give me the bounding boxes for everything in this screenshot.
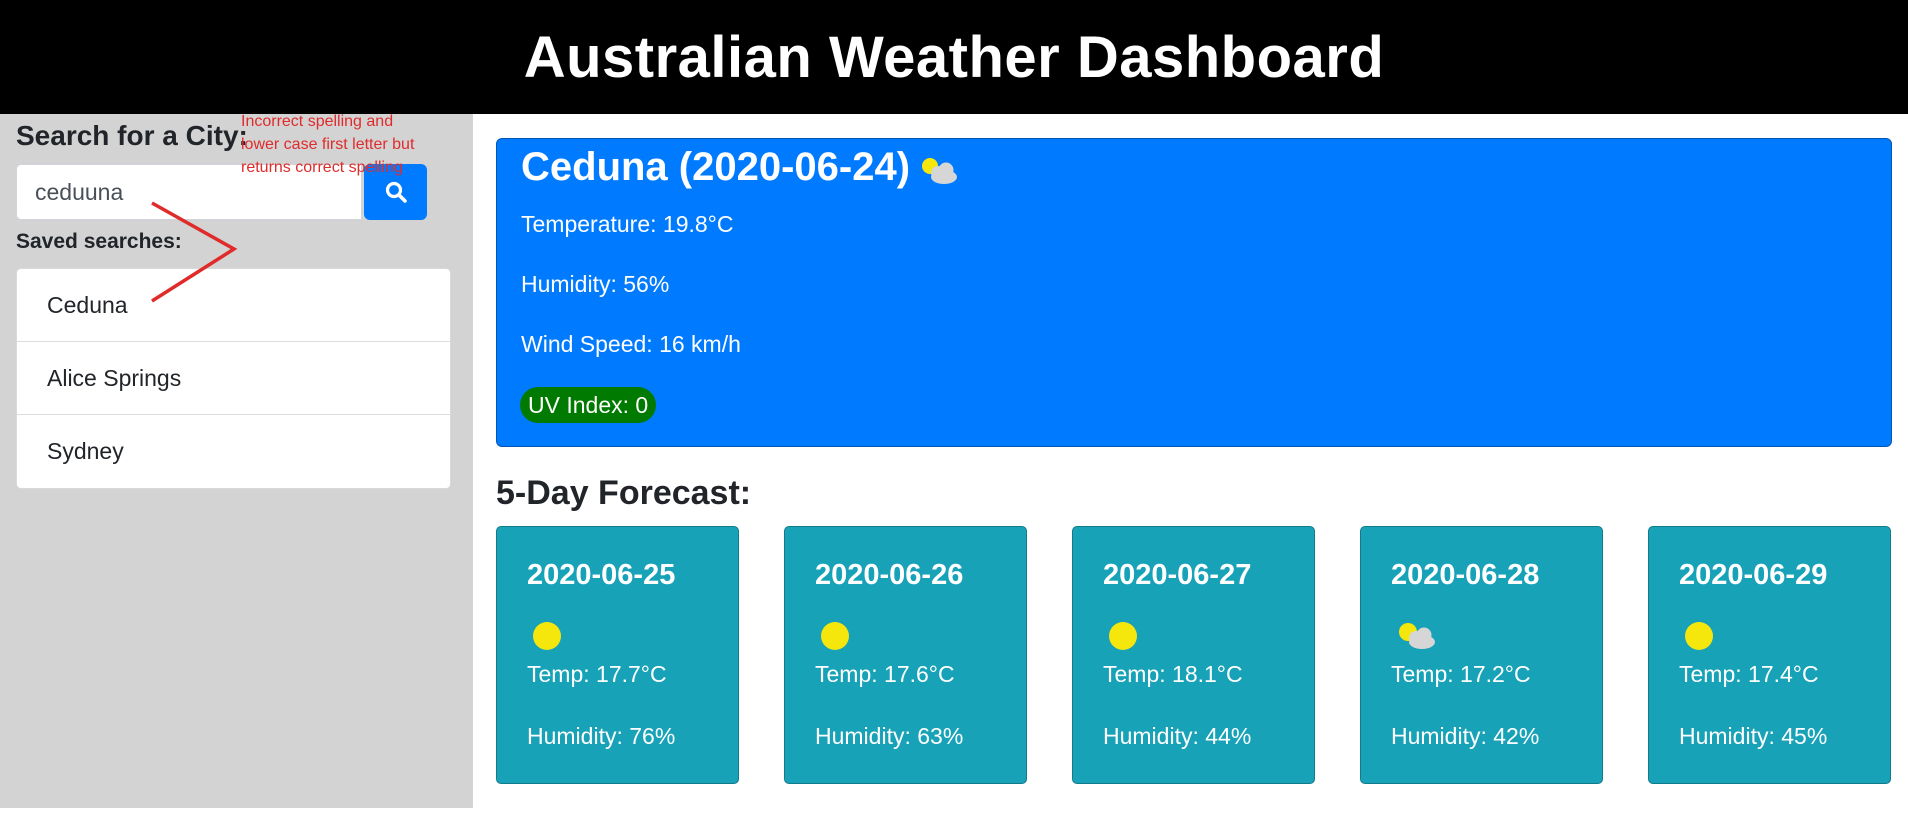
forecast-card: 2020-06-25 Temp: 17.7°C Humidity: 76%: [496, 526, 739, 784]
current-city-label: Ceduna (2020-06-24): [521, 145, 911, 189]
current-weather-card: Ceduna (2020-06-24) Temperature: 19.8°C …: [496, 138, 1892, 447]
saved-search-item-alice-springs[interactable]: Alice Springs: [17, 342, 450, 415]
sun-icon: [821, 622, 849, 650]
current-wind-speed: Wind Speed: 16 km/h: [521, 331, 741, 357]
forecast-humidity: Humidity: 76%: [527, 723, 676, 749]
partly-cloudy-icon: [922, 157, 958, 184]
forecast-title: 5-Day Forecast:: [496, 474, 752, 512]
sun-icon: [1685, 622, 1713, 650]
forecast-card: 2020-06-27 Temp: 18.1°C Humidity: 44%: [1072, 526, 1315, 784]
search-icon: [385, 181, 407, 203]
sun-icon: [1109, 622, 1137, 650]
annotation-arrow-icon: [151, 201, 238, 303]
page-title: Australian Weather Dashboard: [523, 24, 1385, 90]
annotation-note: Incorrect spelling and lower case first …: [241, 113, 415, 176]
sun-icon: [533, 622, 561, 650]
current-city-title: Ceduna (2020-06-24): [521, 145, 960, 190]
forecast-temp: Temp: 17.6°C: [815, 661, 955, 687]
forecast-temp: Temp: 17.7°C: [527, 661, 667, 687]
forecast-temp: Temp: 17.4°C: [1679, 661, 1819, 687]
forecast-date: 2020-06-29: [1679, 559, 1828, 591]
forecast-card: 2020-06-29 Temp: 17.4°C Humidity: 45%: [1648, 526, 1891, 784]
forecast-temp: Temp: 18.1°C: [1103, 661, 1243, 687]
forecast-humidity: Humidity: 44%: [1103, 723, 1252, 749]
partly-cloudy-icon: [1399, 623, 1435, 649]
page-header: Australian Weather Dashboard: [0, 0, 1908, 114]
forecast-date: 2020-06-26: [815, 559, 964, 591]
forecast-date: 2020-06-25: [527, 559, 676, 591]
uv-index-badge: UV Index: 0: [520, 387, 657, 423]
forecast-humidity: Humidity: 63%: [815, 723, 964, 749]
forecast-date: 2020-06-27: [1103, 559, 1252, 591]
forecast-humidity: Humidity: 42%: [1391, 723, 1540, 749]
saved-search-item-sydney[interactable]: Sydney: [17, 415, 450, 488]
current-temperature: Temperature: 19.8°C: [521, 211, 734, 237]
forecast-humidity: Humidity: 45%: [1679, 723, 1828, 749]
forecast-row: 2020-06-25 Temp: 17.7°C Humidity: 76% 20…: [496, 526, 1892, 784]
forecast-card: 2020-06-26 Temp: 17.6°C Humidity: 63%: [784, 526, 1027, 784]
current-humidity: Humidity: 56%: [521, 271, 670, 297]
forecast-card: 2020-06-28 Temp: 17.2°C Humidity: 42%: [1360, 526, 1603, 784]
forecast-date: 2020-06-28: [1391, 559, 1540, 591]
search-heading: Search for a City:: [16, 120, 248, 151]
forecast-temp: Temp: 17.2°C: [1391, 661, 1531, 687]
